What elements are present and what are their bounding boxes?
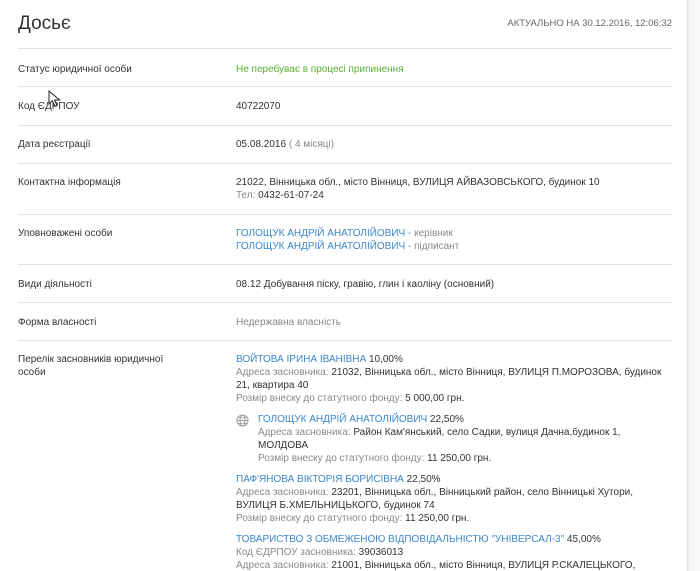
founder-name-link[interactable]: ГОЛОЩУК АНДРІЙ АНАТОЛІЙОВИЧ xyxy=(258,414,427,425)
contact-address: 21022, Вінницька обл., місто Вінниця, ВУ… xyxy=(236,177,600,188)
founder-share: 22,50% xyxy=(403,474,441,485)
founder-address-label: Адреса засновника: xyxy=(236,367,329,378)
founder-item: ПАФ'ЯНОВА ВІКТОРІЯ БОРИСІВНА 22,50% Адре… xyxy=(236,473,662,525)
founder-share: 10,00% xyxy=(366,354,403,365)
founder-name-link[interactable]: ВОЙТОВА ІРИНА ІВАНІВНА xyxy=(236,354,366,365)
contacts-value: 21022, Вінницька обл., місто Вінниця, ВУ… xyxy=(236,176,662,202)
status-label: Статус юридичної особи xyxy=(18,64,132,75)
authorized-person-role: - підписант xyxy=(405,241,460,252)
globe-icon xyxy=(236,414,249,427)
authorized-list: ГОЛОЩУК АНДРІЙ АНАТОЛІЙОВИЧ - керівник Г… xyxy=(236,227,662,253)
registration-date: 05.08.2016 xyxy=(236,139,287,150)
authorized-person-role: - керівник xyxy=(405,228,453,239)
ownership-value: Недержавна власність xyxy=(236,317,341,328)
founder-item: ВОЙТОВА ІРИНА ІВАНІВНА 10,00% Адреса зас… xyxy=(236,353,662,405)
contacts-row: Контактна інформація 21022, Вінницька об… xyxy=(18,164,672,215)
page-title: Досьє xyxy=(18,13,71,34)
founder-address-label: Адреса засновника: xyxy=(236,560,329,571)
founder-code-label: Код ЄДРПОУ засновника: xyxy=(236,547,356,558)
activities-value: 08.12 Добування піску, гравію, глин і ка… xyxy=(236,279,495,290)
activities-row: Види діяльності 08.12 Добування піску, г… xyxy=(18,265,672,303)
authorized-row: Уповноважені особи ГОЛОЩУК АНДРІЙ АНАТОЛ… xyxy=(18,215,672,265)
founder-name-link[interactable]: ПАФ'ЯНОВА ВІКТОРІЯ БОРИСІВНА xyxy=(236,474,404,485)
founder-item: ГОЛОЩУК АНДРІЙ АНАТОЛІЙОВИЧ 22,50% Адрес… xyxy=(236,413,662,465)
authorized-person: ГОЛОЩУК АНДРІЙ АНАТОЛІЙОВИЧ - керівник xyxy=(236,227,662,240)
ownership-label: Форма власності xyxy=(18,317,97,328)
ownership-row: Форма власності Недержавна власність xyxy=(18,303,672,341)
registration-age: ( 4 місяці) xyxy=(288,139,335,150)
founders-label: Перелік засновників юридичної особи xyxy=(18,354,164,378)
status-row: Статус юридичної особи Не перебуває в пр… xyxy=(18,48,672,87)
activities-label: Види діяльності xyxy=(18,279,92,290)
dossier-card: Досьє АКТУАЛЬНО НА 30.12.2016, 12:06:32 … xyxy=(0,0,688,571)
mouse-cursor-icon xyxy=(48,90,61,108)
founder-address-label: Адреса засновника: xyxy=(258,427,351,438)
registration-label: Дата реєстрації xyxy=(18,139,91,150)
authorized-person-link[interactable]: ГОЛОЩУК АНДРІЙ АНАТОЛІЙОВИЧ xyxy=(236,228,405,239)
scrollbar[interactable] xyxy=(688,0,700,571)
founder-address-label: Адреса засновника: xyxy=(236,487,329,498)
founder-share: 45,00% xyxy=(564,534,601,545)
dossier-header: Досьє АКТУАЛЬНО НА 30.12.2016, 12:06:32 xyxy=(18,0,672,48)
founder-share: 22,50% xyxy=(427,414,464,425)
status-value: Не перебуває в процесі припинення xyxy=(236,64,404,75)
authorized-person: ГОЛОЩУК АНДРІЙ АНАТОЛІЙОВИЧ - підписант xyxy=(236,240,662,253)
founder-contribution-label: Розмір внеску до статутного фонду: xyxy=(236,393,403,404)
edrpou-value[interactable]: 40722070 xyxy=(236,100,662,113)
founder-code: 39036013 xyxy=(355,547,404,558)
registration-value: 05.08.2016 ( 4 місяці) xyxy=(236,138,662,151)
authorized-person-link[interactable]: ГОЛОЩУК АНДРІЙ АНАТОЛІЙОВИЧ xyxy=(236,241,405,252)
founder-contribution: 11 250,00 грн. xyxy=(402,513,470,524)
founders-row: Перелік засновників юридичної особи ВОЙТ… xyxy=(18,341,672,571)
founders-list: ВОЙТОВА ІРИНА ІВАНІВНА 10,00% Адреса зас… xyxy=(236,353,662,571)
founder-contribution: 5 000,00 грн. xyxy=(402,393,465,404)
registration-row: Дата реєстрації 05.08.2016 ( 4 місяці) xyxy=(18,126,672,164)
founder-name-link[interactable]: ТОВАРИСТВО З ОБМЕЖЕНОЮ ВІДПОВІДАЛЬНІСТЮ … xyxy=(236,534,564,545)
founder-contribution-label: Розмір внеску до статутного фонду: xyxy=(258,453,425,464)
phone-label: Тел: xyxy=(236,190,256,201)
contacts-label: Контактна інформація xyxy=(18,177,121,188)
phone-value[interactable]: 0432-61-07-24 xyxy=(258,190,324,201)
updated-timestamp: АКТУАЛЬНО НА 30.12.2016, 12:06:32 xyxy=(507,18,672,29)
founder-address: 21001, Вінницька обл., місто Вінниця, ВУ… xyxy=(328,560,636,571)
founder-item: ТОВАРИСТВО З ОБМЕЖЕНОЮ ВІДПОВІДАЛЬНІСТЮ … xyxy=(236,533,662,571)
edrpou-row: Код ЄДРПОУ 40722070 xyxy=(18,87,672,126)
founder-contribution-label: Розмір внеску до статутного фонду: xyxy=(236,513,403,524)
authorized-label: Уповноважені особи xyxy=(18,228,113,239)
founder-contribution: 11 250,00 грн. xyxy=(424,453,492,464)
